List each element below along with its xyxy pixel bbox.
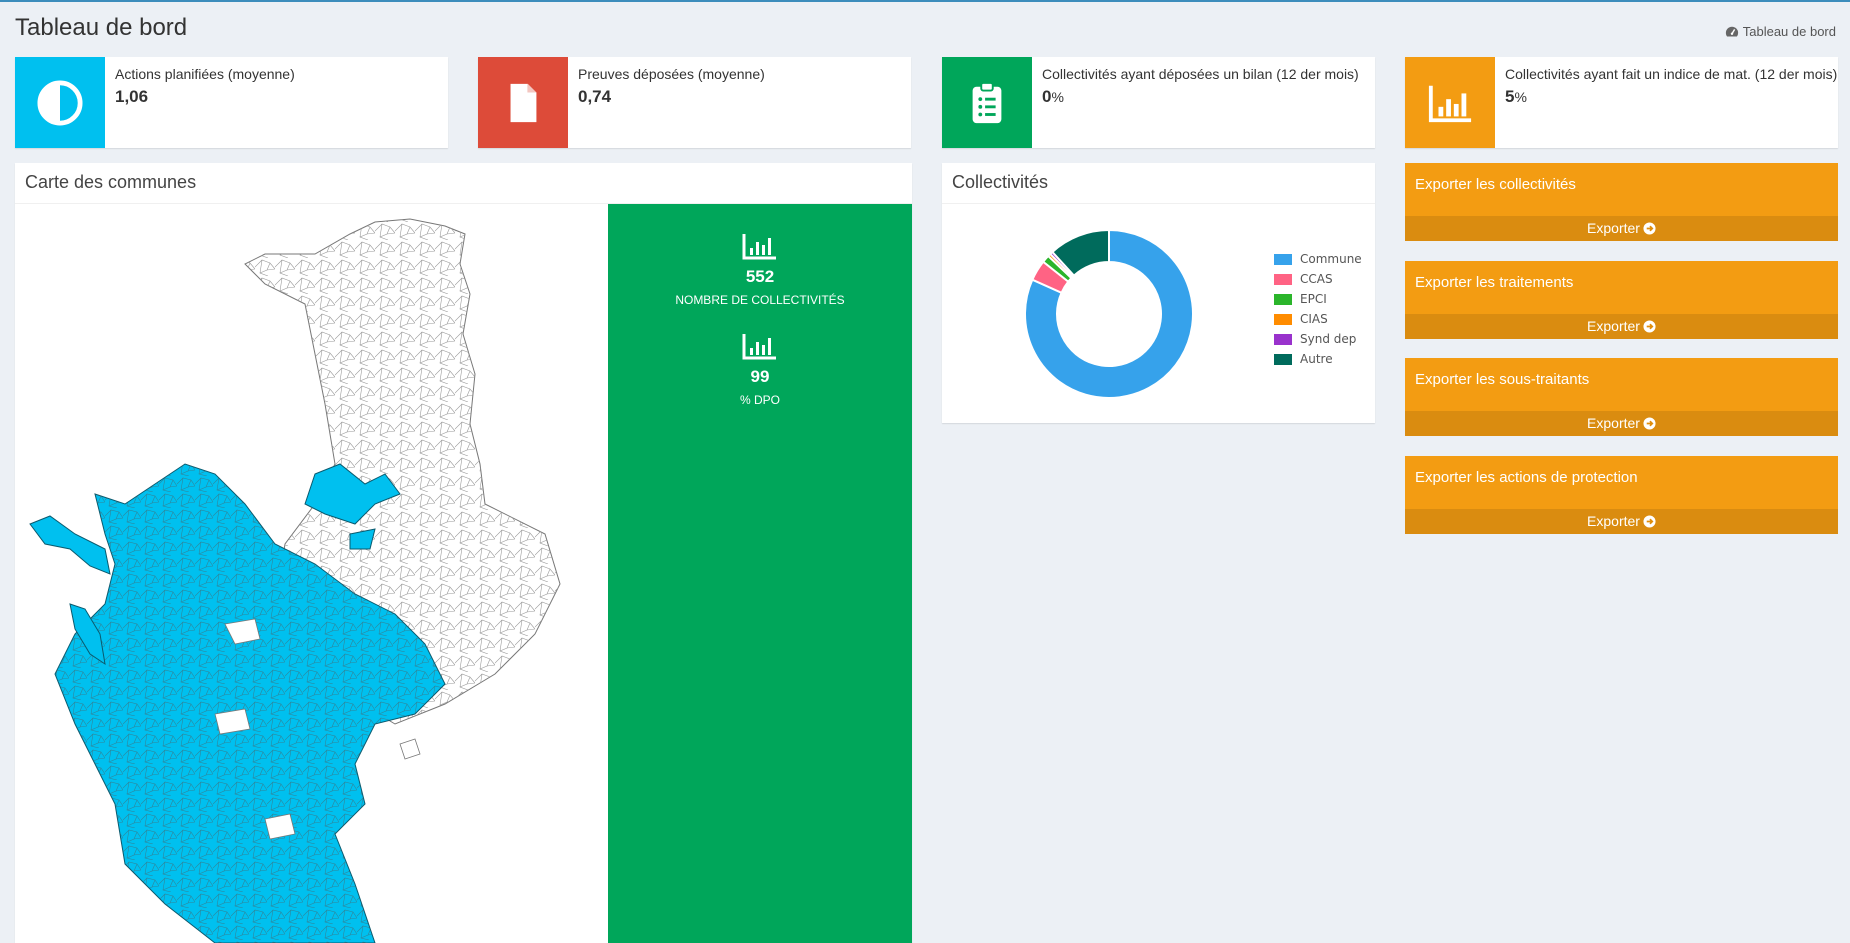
legend-label: EPCI	[1300, 292, 1327, 306]
map-hole	[399, 738, 421, 760]
export-button-label: Exporter	[1587, 415, 1640, 431]
collectivites-chart-panel: Collectivités Commune CCAS EPCI CIAS Synd de…	[942, 163, 1375, 423]
bar-chart-icon	[1428, 85, 1472, 122]
stat-label: NOMBRE DE COLLECTIVITÉS	[675, 293, 845, 307]
bar-chart-icon	[742, 234, 776, 260]
info-box-value: 0,74	[578, 87, 612, 106]
page-title: Tableau de bord	[15, 14, 188, 41]
map-panel-title: Carte des communes	[15, 163, 912, 204]
arrow-circle-right-icon	[1643, 320, 1656, 333]
legend-item[interactable]: CIAS	[1274, 309, 1362, 329]
info-box-bilan: Collectivités ayant déposées un bilan (1…	[942, 57, 1375, 148]
arrow-circle-right-icon	[1643, 515, 1656, 528]
stat-dpo: 99 % DPO	[608, 332, 912, 407]
top-border	[0, 0, 1850, 2]
pie-icon	[37, 79, 83, 126]
doughnut-chart-svg[interactable]	[942, 204, 1242, 423]
breadcrumb-label[interactable]: Tableau de bord	[1743, 24, 1836, 39]
export-title: Exporter les actions de protection	[1415, 469, 1638, 486]
stat-value: 99	[750, 367, 770, 386]
info-box-icon-area	[942, 57, 1032, 148]
export-collectivites-box: Exporter les collectivités Exporter	[1405, 163, 1838, 241]
legend-label: CCAS	[1300, 272, 1333, 286]
export-actions-box: Exporter les actions de protection Expor…	[1405, 456, 1838, 534]
info-box-label: Preuves déposées (moyenne)	[578, 66, 765, 82]
legend-label: Autre	[1300, 352, 1333, 366]
arrow-circle-right-icon	[1643, 417, 1656, 430]
legend-item[interactable]: EPCI	[1274, 289, 1362, 309]
info-box-value: 1,06	[115, 87, 149, 106]
stats-column: 552 NOMBRE DE COLLECTIVITÉS 99 % DPO	[608, 204, 912, 943]
dashboard-icon	[1725, 26, 1738, 37]
export-title: Exporter les traitements	[1415, 274, 1574, 291]
file-icon	[510, 83, 537, 122]
stat-value: 552	[745, 267, 775, 286]
legend-swatch	[1274, 313, 1292, 325]
communes-map-svg[interactable]	[15, 204, 607, 943]
info-box-icon-area	[478, 57, 568, 148]
info-box-label: Collectivités ayant fait un indice de ma…	[1505, 66, 1838, 82]
arrow-circle-right-icon	[1643, 222, 1656, 235]
info-box-icon-area	[15, 57, 105, 148]
export-button-label: Exporter	[1587, 318, 1640, 334]
export-traitements-button[interactable]: Exporter	[1405, 314, 1838, 339]
info-box-actions: Actions planifiées (moyenne) 1,06	[15, 57, 448, 148]
export-title: Exporter les sous-traitants	[1415, 371, 1590, 388]
legend-swatch	[1274, 353, 1292, 365]
info-box-value: 5%	[1505, 87, 1527, 106]
info-box-preuves: Preuves déposées (moyenne) 0,74	[478, 57, 911, 148]
legend-label: Commune	[1300, 252, 1362, 266]
export-sous-traitants-box: Exporter les sous-traitants Exporter	[1405, 358, 1838, 436]
info-box-icon-area	[1405, 57, 1495, 148]
export-title: Exporter les collectivités	[1415, 176, 1576, 193]
export-button-label: Exporter	[1587, 513, 1640, 529]
legend-item[interactable]: Autre	[1274, 349, 1362, 369]
clipboard-list-icon	[972, 81, 1002, 123]
legend-item[interactable]: CCAS	[1274, 269, 1362, 289]
map-hole	[264, 813, 296, 840]
info-box-indice: Collectivités ayant fait un indice de ma…	[1405, 57, 1838, 148]
export-actions-button[interactable]: Exporter	[1405, 509, 1838, 534]
breadcrumb[interactable]: Tableau de bord	[1725, 24, 1836, 39]
stat-label: % DPO	[739, 393, 780, 407]
info-box-label: Actions planifiées (moyenne)	[115, 66, 295, 82]
info-box-label: Collectivités ayant déposées un bilan (1…	[1042, 66, 1359, 82]
info-box-value: 0%	[1042, 87, 1064, 106]
export-sous-traitants-button[interactable]: Exporter	[1405, 411, 1838, 436]
stat-collectivites: 552 NOMBRE DE COLLECTIVITÉS	[608, 232, 912, 307]
legend-item[interactable]: Commune	[1274, 249, 1362, 269]
doughnut-chart[interactable]: Commune CCAS EPCI CIAS Synd dep Autre	[942, 204, 1375, 423]
legend-swatch	[1274, 253, 1292, 265]
map-island	[29, 515, 111, 575]
legend-label: Synd dep	[1300, 332, 1357, 346]
communes-map[interactable]	[15, 204, 607, 943]
export-traitements-box: Exporter les traitements Exporter	[1405, 261, 1838, 339]
legend-swatch	[1274, 333, 1292, 345]
chart-legend: Commune CCAS EPCI CIAS Synd dep Autre	[1274, 249, 1362, 369]
legend-swatch	[1274, 273, 1292, 285]
map-hole	[214, 708, 251, 735]
legend-swatch	[1274, 293, 1292, 305]
legend-label: CIAS	[1300, 312, 1328, 326]
export-collectivites-button[interactable]: Exporter	[1405, 216, 1838, 241]
chart-panel-title: Collectivités	[942, 163, 1375, 204]
legend-item[interactable]: Synd dep	[1274, 329, 1362, 349]
bar-chart-icon	[742, 334, 776, 360]
export-button-label: Exporter	[1587, 220, 1640, 236]
map-panel: Carte des communes 552 NOMBRE DE COLLECT…	[15, 163, 912, 943]
